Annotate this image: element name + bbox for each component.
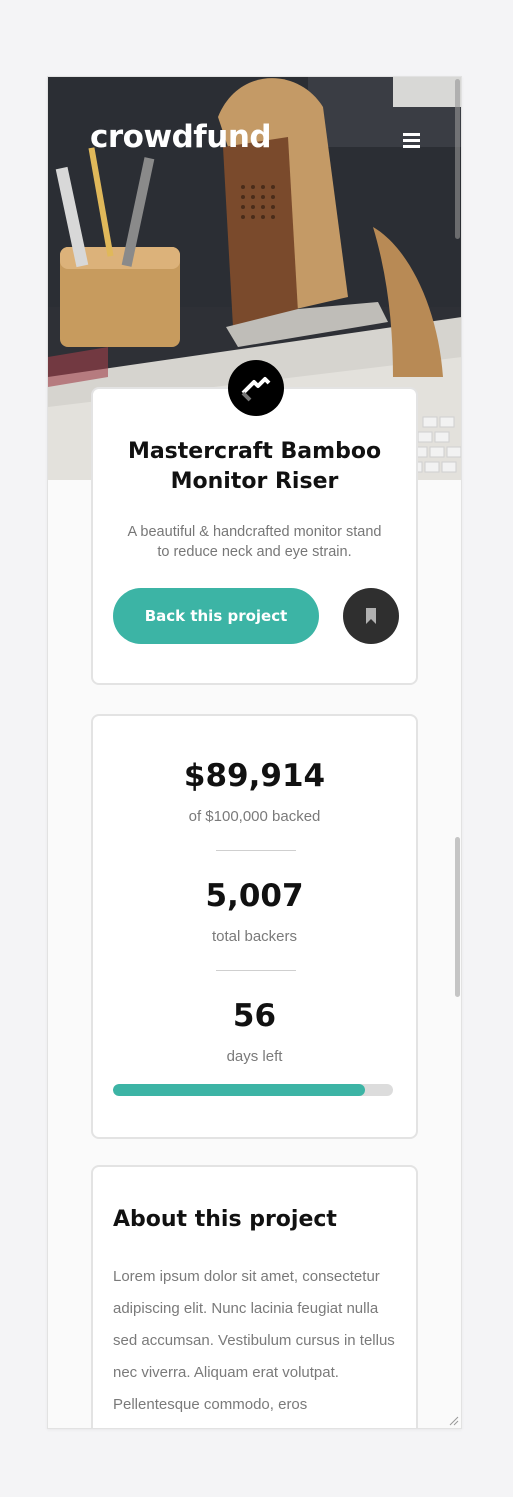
hamburger-line xyxy=(403,145,420,148)
stats-card: $89,914 of $100,000 backed 5,007 total b… xyxy=(91,714,418,1139)
about-title: About this project xyxy=(113,1207,337,1232)
resize-grip-icon[interactable] xyxy=(447,1414,459,1426)
backed-amount: $89,914 xyxy=(183,758,326,794)
scrollbar-thumb[interactable] xyxy=(455,837,460,997)
total-backers: 5,007 xyxy=(205,878,304,914)
project-title: Mastercraft Bamboo Monitor Riser xyxy=(127,439,382,494)
about-card: About this project Lorem ipsum dolor sit… xyxy=(91,1165,418,1428)
hamburger-line xyxy=(403,133,420,136)
about-text: Lorem ipsum dolor sit amet, consectetur … xyxy=(113,1268,395,1413)
intro-card: Mastercraft Bamboo Monitor Riser A beaut… xyxy=(91,360,418,685)
bookmark-icon[interactable] xyxy=(343,588,399,644)
divider xyxy=(216,850,296,851)
backers-label: total backers xyxy=(211,928,298,945)
back-project-button[interactable]: Back this project xyxy=(113,588,319,644)
days-label: days left xyxy=(226,1048,283,1065)
brand-logo[interactable]: crowdfund xyxy=(90,119,272,155)
progress-fill xyxy=(113,1084,365,1096)
progress-bar xyxy=(113,1084,393,1096)
app-frame: crowdfund Mastercraft Bamboo Monitor Ris… xyxy=(47,76,462,1429)
mastercraft-logo-icon xyxy=(228,360,284,416)
hamburger-line xyxy=(403,139,420,142)
divider xyxy=(216,970,296,971)
hamburger-icon[interactable] xyxy=(403,133,420,148)
backed-label: of $100,000 backed xyxy=(188,808,321,825)
project-description: A beautiful & handcrafted monitor stand … xyxy=(127,524,382,560)
days-left: 56 xyxy=(232,998,277,1034)
scrollbar-thumb-top[interactable] xyxy=(455,79,460,239)
